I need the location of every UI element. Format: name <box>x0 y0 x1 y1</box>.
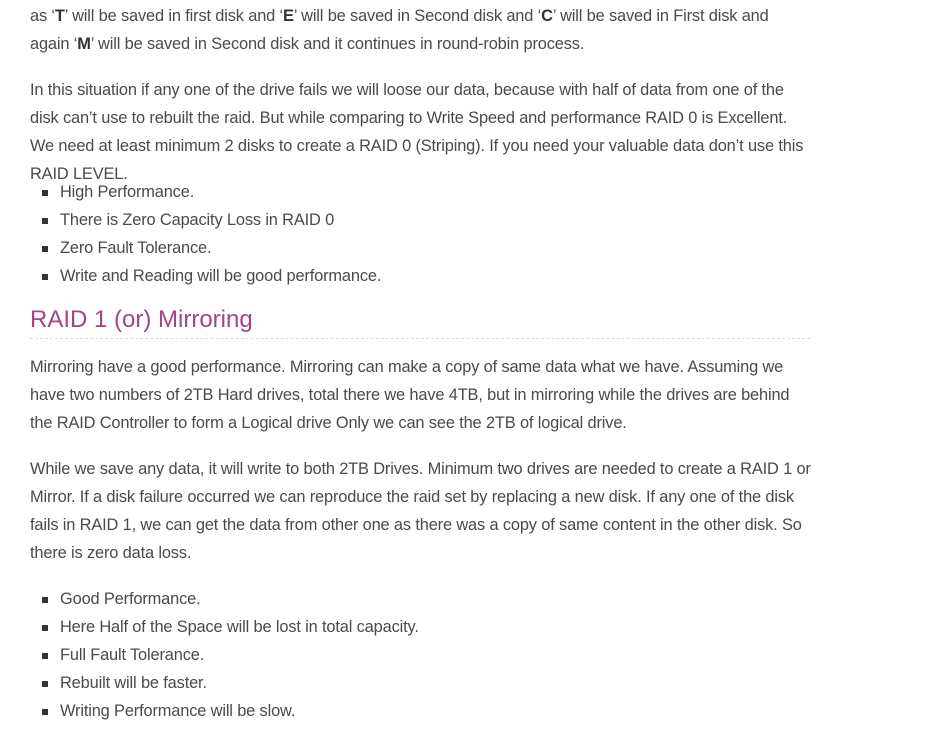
list-item: Write and Reading will be good performan… <box>30 262 381 290</box>
bullet-square-icon <box>42 597 48 603</box>
list-item: Zero Fault Tolerance. <box>30 234 381 262</box>
bullet-square-icon <box>42 681 48 687</box>
list-item-text: Rebuilt will be faster. <box>60 674 207 692</box>
intro-text-1: as ‘ <box>30 7 55 25</box>
raid0-feature-list: High Performance. There is Zero Capacity… <box>30 178 381 290</box>
raid1-feature-list: Good Performance. Here Half of the Space… <box>30 585 419 725</box>
intro-text-2: ’ will be saved in first disk and ‘ <box>64 7 284 25</box>
bullet-square-icon <box>42 625 48 631</box>
list-item: Writing Performance will be slow. <box>30 697 419 725</box>
list-item-text: Writing Performance will be slow. <box>60 702 296 720</box>
list-item: There is Zero Capacity Loss in RAID 0 <box>30 206 381 234</box>
raid1-paragraph-2: While we save any data, it will write to… <box>30 460 811 562</box>
list-item: Here Half of the Space will be lost in t… <box>30 613 419 641</box>
intro-bold-4: M <box>77 35 91 53</box>
list-item-text: Good Performance. <box>60 590 201 608</box>
list-item: Full Fault Tolerance. <box>30 641 419 669</box>
list-item: Rebuilt will be faster. <box>30 669 419 697</box>
list-item: High Performance. <box>30 178 381 206</box>
raid1-paragraph-1: Mirroring have a good performance. Mirro… <box>30 358 790 432</box>
list-item-text: Here Half of the Space will be lost in t… <box>60 618 419 636</box>
list-item-text: Zero Fault Tolerance. <box>60 239 212 257</box>
raid0-paragraph: In this situation if any one of the driv… <box>30 81 804 183</box>
bullet-square-icon <box>42 218 48 224</box>
intro-paragraph: as ‘T’ will be saved in first disk and ‘… <box>30 2 812 58</box>
intro-bold-2: E <box>283 7 294 25</box>
intro-bold-1: T <box>54 7 65 25</box>
list-item-text: Write and Reading will be good performan… <box>60 267 382 285</box>
list-item-text: High Performance. <box>60 183 195 201</box>
bullet-square-icon <box>42 246 48 252</box>
intro-text-3: ’ will be saved in Second disk and ‘ <box>293 7 542 25</box>
intro-text-5: ’ will be saved in Second disk and it co… <box>90 35 585 53</box>
raid1-heading: RAID 1 (or) Mirroring <box>30 302 810 339</box>
list-item: Good Performance. <box>30 585 419 613</box>
list-item-text: Full Fault Tolerance. <box>60 646 205 664</box>
list-item-text: There is Zero Capacity Loss in RAID 0 <box>60 211 335 229</box>
bullet-square-icon <box>42 190 48 196</box>
bullet-square-icon <box>42 274 48 280</box>
bullet-square-icon <box>42 653 48 659</box>
bullet-square-icon <box>42 709 48 715</box>
intro-bold-3: C <box>541 7 553 25</box>
